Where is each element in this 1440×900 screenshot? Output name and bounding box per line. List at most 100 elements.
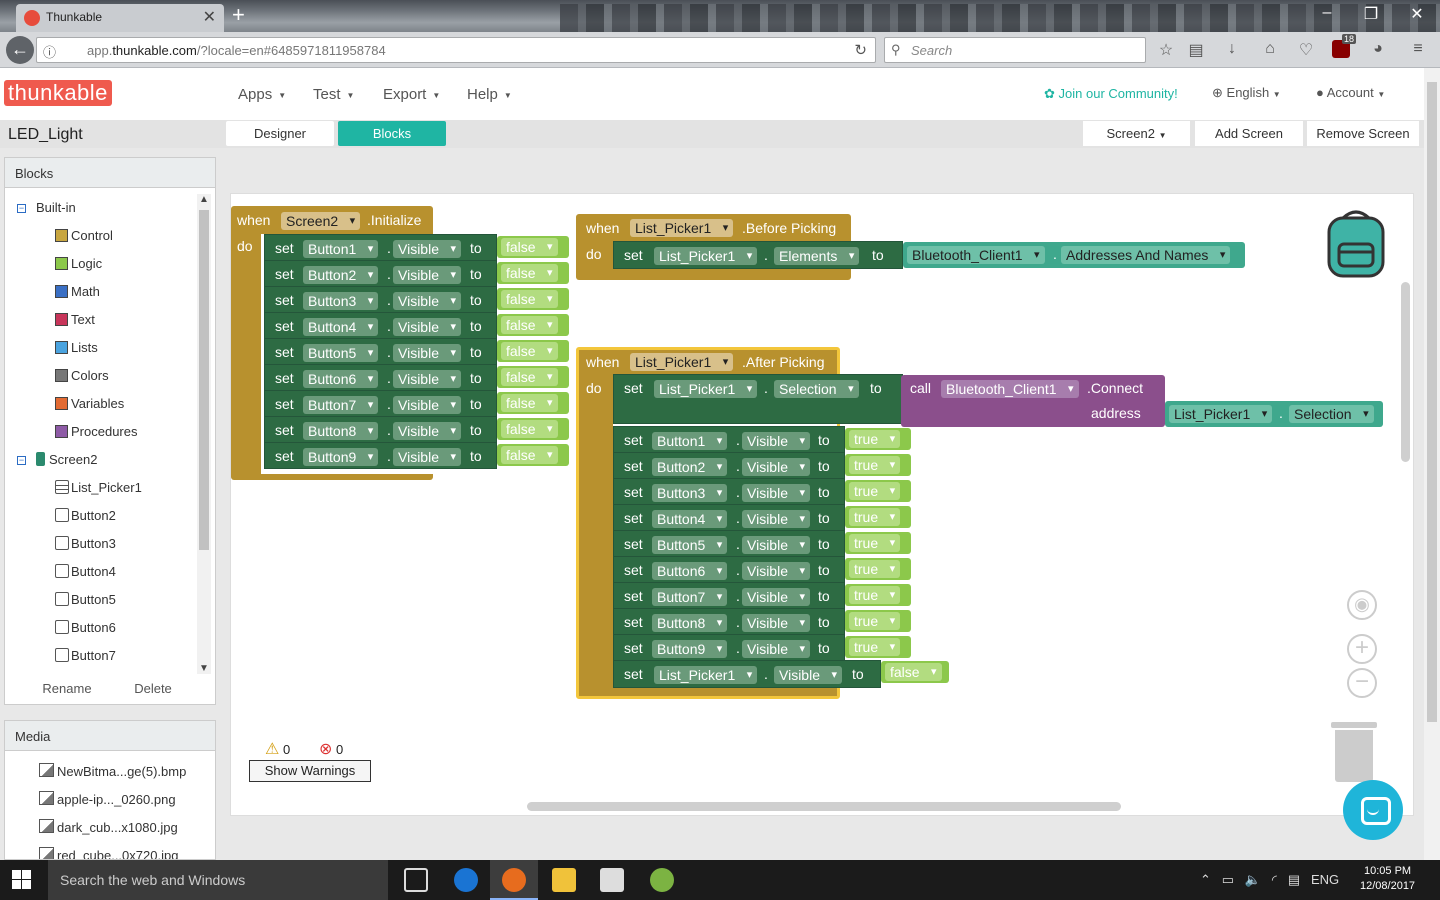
- false-value-block[interactable]: false: [497, 418, 569, 440]
- set-component-dropdown[interactable]: Button3: [652, 484, 728, 502]
- getter-property-dropdown[interactable]: Selection: [1289, 405, 1374, 423]
- boolean-dropdown[interactable]: true: [849, 586, 901, 604]
- set-property-dropdown[interactable]: Visible: [742, 640, 810, 658]
- boolean-dropdown[interactable]: false: [501, 342, 558, 360]
- set-button-visible-block[interactable]: set Button8.Visible to: [613, 608, 845, 635]
- tree-button6[interactable]: Button6: [55, 620, 116, 648]
- call-component-dropdown[interactable]: Bluetooth_Client1: [941, 380, 1079, 398]
- set-property-dropdown[interactable]: Visible: [742, 458, 810, 476]
- battery-icon[interactable]: ▭: [1222, 872, 1234, 887]
- hamburger-menu-icon[interactable]: ≡: [1408, 40, 1428, 60]
- screen-select[interactable]: Screen2 ▼: [1083, 121, 1190, 146]
- set-component-dropdown[interactable]: Button9: [303, 448, 379, 466]
- set-component-dropdown[interactable]: Button2: [652, 458, 728, 476]
- false-value-block[interactable]: false: [497, 340, 569, 362]
- tree-variables[interactable]: Variables: [55, 396, 124, 424]
- rename-button[interactable]: Rename: [27, 678, 107, 700]
- event-component-dropdown[interactable]: List_Picker1: [630, 219, 734, 237]
- set-property-dropdown[interactable]: Visible: [393, 292, 461, 310]
- tree-colors[interactable]: Colors: [55, 368, 109, 396]
- set-component-dropdown[interactable]: Button7: [303, 396, 379, 414]
- false-value-block[interactable]: false: [497, 236, 569, 258]
- account-menu[interactable]: ● Account ▼: [1316, 85, 1385, 100]
- chevron-up-icon[interactable]: ⌃: [1200, 872, 1211, 887]
- blocks-button[interactable]: Blocks: [338, 121, 446, 146]
- zoom-out-icon[interactable]: −: [1347, 668, 1377, 698]
- set-property-dropdown[interactable]: Selection: [774, 380, 859, 398]
- set-button-visible-block[interactable]: set Button1.Visible to: [613, 426, 845, 453]
- menu-apps[interactable]: Apps ▼: [238, 86, 286, 103]
- tree-button4[interactable]: Button4: [55, 564, 116, 592]
- firefox-icon[interactable]: [502, 868, 526, 892]
- true-value-block[interactable]: true: [845, 480, 911, 502]
- set-property-dropdown[interactable]: Visible: [393, 448, 461, 466]
- false-value-block[interactable]: false: [497, 366, 569, 388]
- bluetooth-connect-call-block[interactable]: call Bluetooth_Client1 .Connect address: [901, 375, 1165, 427]
- menu-test[interactable]: Test ▼: [313, 86, 354, 103]
- bluetooth-addresses-getter-block[interactable]: Bluetooth_Client1 . Addresses And Names: [903, 242, 1245, 268]
- true-value-block[interactable]: true: [845, 506, 911, 528]
- true-value-block[interactable]: true: [845, 454, 911, 476]
- file-explorer-icon[interactable]: [552, 868, 576, 892]
- tree-button5[interactable]: Button5: [55, 592, 116, 620]
- boolean-dropdown[interactable]: false: [501, 446, 558, 464]
- pocket-icon[interactable]: ♡: [1296, 40, 1316, 60]
- set-listpicker-visible-block[interactable]: set List_Picker1 . Visible to: [613, 660, 881, 688]
- download-icon[interactable]: ↓: [1222, 40, 1242, 60]
- minimize-icon[interactable]: –: [1312, 4, 1342, 22]
- set-component-dropdown[interactable]: List_Picker1: [654, 380, 758, 398]
- set-button-visible-block[interactable]: set Button7.Visible to: [264, 390, 497, 417]
- set-property-dropdown[interactable]: Visible: [742, 614, 810, 632]
- set-property-dropdown[interactable]: Visible: [774, 666, 842, 684]
- set-button-visible-block[interactable]: set Button2.Visible to: [613, 452, 845, 479]
- remove-screen-button[interactable]: Remove Screen: [1307, 121, 1419, 146]
- set-component-dropdown[interactable]: List_Picker1: [654, 666, 758, 684]
- set-button-visible-block[interactable]: set Button4.Visible to: [264, 312, 497, 339]
- tree-button3[interactable]: Button3: [55, 536, 116, 564]
- set-component-dropdown[interactable]: Button6: [303, 370, 379, 388]
- set-property-dropdown[interactable]: Elements: [774, 247, 860, 265]
- set-property-dropdown[interactable]: Visible: [393, 318, 461, 336]
- boolean-dropdown[interactable]: true: [849, 456, 901, 474]
- page-scroll-thumb[interactable]: [1427, 82, 1437, 722]
- taskbar-search-box[interactable]: Search the web and Windows: [48, 860, 388, 900]
- set-button-visible-block[interactable]: set Button1.Visible to: [264, 234, 497, 261]
- tree-control[interactable]: Control: [55, 228, 113, 256]
- set-button-visible-block[interactable]: set Button2.Visible to: [264, 260, 497, 287]
- chat-launcher-icon[interactable]: [1343, 780, 1403, 840]
- set-button-visible-block[interactable]: set Button8.Visible to: [264, 416, 497, 443]
- true-value-block[interactable]: true: [845, 428, 911, 450]
- boolean-dropdown[interactable]: false: [501, 368, 558, 386]
- true-value-block[interactable]: true: [845, 532, 911, 554]
- set-component-dropdown[interactable]: Button8: [652, 614, 728, 632]
- set-button-visible-block[interactable]: set Button4.Visible to: [613, 504, 845, 531]
- media-item[interactable]: NewBitma...ge(5).bmp: [39, 763, 186, 779]
- media-item[interactable]: apple-ip..._0260.png: [39, 791, 176, 807]
- tree-math[interactable]: Math: [55, 284, 100, 312]
- set-component-dropdown[interactable]: Button7: [652, 588, 728, 606]
- taskbar-clock[interactable]: 10:05 PM 12/08/2017: [1360, 864, 1415, 894]
- set-property-dropdown[interactable]: Visible: [393, 266, 461, 284]
- boolean-dropdown[interactable]: true: [849, 638, 901, 656]
- url-bar[interactable]: ⓘ app.thunkable.com/?locale=en#648597181…: [36, 37, 876, 63]
- getter-component-dropdown[interactable]: Bluetooth_Client1: [907, 246, 1045, 264]
- set-component-dropdown[interactable]: List_Picker1: [654, 247, 758, 265]
- tree-lists[interactable]: Lists: [55, 340, 98, 368]
- tree-screen2[interactable]: − Screen2: [17, 452, 97, 480]
- set-property-dropdown[interactable]: Visible: [393, 422, 461, 440]
- menu-help[interactable]: Help ▼: [467, 86, 512, 103]
- tree-list-picker1[interactable]: List_Picker1: [55, 480, 142, 508]
- workspace-vertical-scrollbar[interactable]: [1401, 282, 1410, 462]
- extension-icon[interactable]: ◕: [1368, 40, 1388, 60]
- community-link[interactable]: ✿ Join our Community!: [1044, 86, 1178, 102]
- task-view-icon[interactable]: [404, 868, 428, 892]
- add-screen-button[interactable]: Add Screen: [1195, 121, 1303, 146]
- false-value-block[interactable]: false: [881, 661, 949, 683]
- boolean-dropdown[interactable]: false: [885, 663, 942, 681]
- set-button-visible-block[interactable]: set Button6.Visible to: [613, 556, 845, 583]
- browser-search-input[interactable]: ⚲ Search: [884, 37, 1146, 63]
- language-menu[interactable]: ⊕ English ▼: [1212, 85, 1281, 101]
- set-button-visible-block[interactable]: set Button9.Visible to: [264, 442, 497, 469]
- tree-text[interactable]: Text: [55, 312, 95, 340]
- set-component-dropdown[interactable]: Button4: [303, 318, 379, 336]
